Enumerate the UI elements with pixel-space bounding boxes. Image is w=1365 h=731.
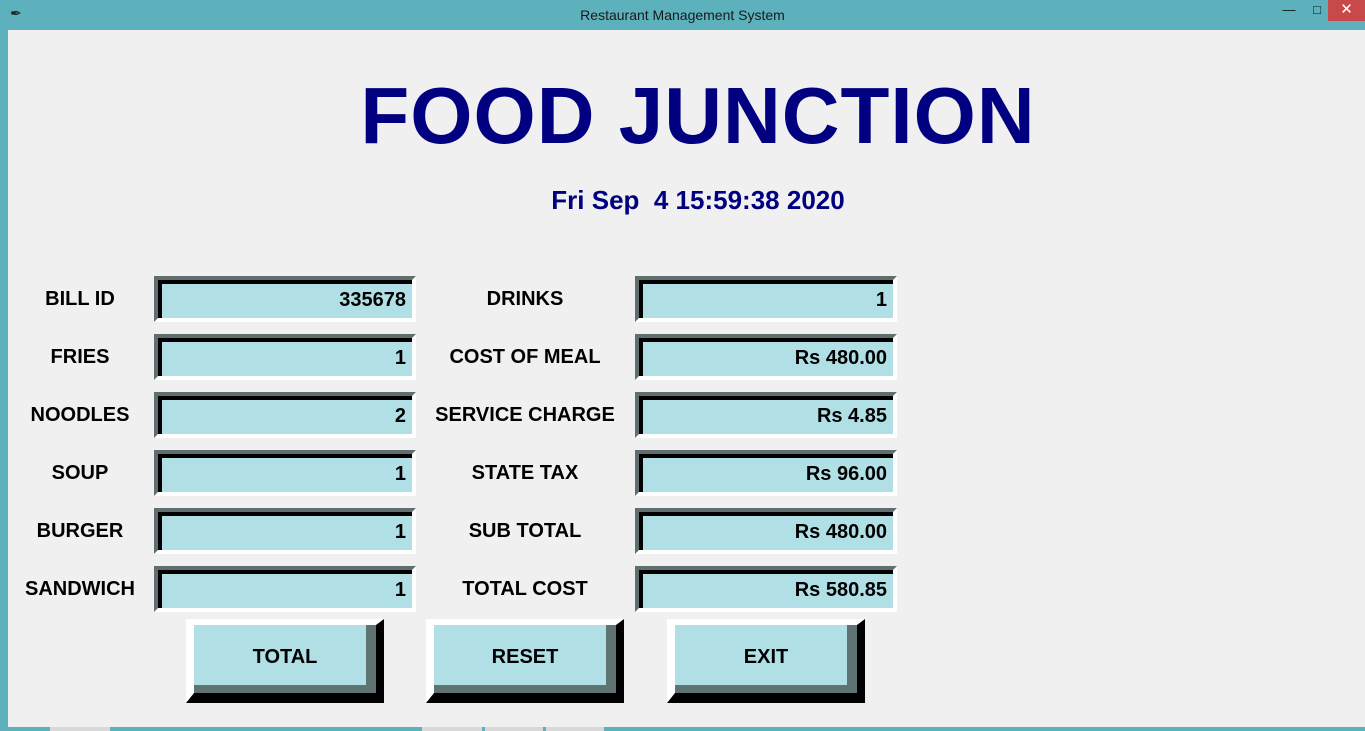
fries-value: 1 — [158, 338, 412, 376]
state-tax-field[interactable]: Rs 96.00 — [635, 450, 897, 496]
exit-button[interactable]: EXIT — [667, 619, 865, 703]
total-button[interactable]: TOTAL — [186, 619, 384, 703]
exit-button-label: EXIT — [743, 646, 789, 668]
button-shade — [675, 685, 857, 693]
burger-value: 1 — [158, 512, 412, 550]
app-title: FOOD JUNCTION — [360, 71, 1036, 160]
cost-of-meal-field[interactable]: Rs 480.00 — [635, 334, 897, 380]
fries-label: FRIES — [50, 346, 110, 368]
total-cost-label: TOTAL COST — [462, 578, 588, 600]
soup-field[interactable]: 1 — [154, 450, 416, 496]
state-tax-value: Rs 96.00 — [639, 454, 893, 492]
service-charge-value: Rs 4.85 — [639, 396, 893, 434]
total-cost-value: Rs 580.85 — [639, 570, 893, 608]
main-window: FOOD JUNCTION Fri Sep 4 15:59:38 2020 BI… — [8, 30, 1365, 727]
maximize-button[interactable]: □ — [1304, 0, 1330, 21]
sandwich-value: 1 — [158, 570, 412, 608]
drinks-field[interactable]: 1 — [635, 276, 897, 322]
minimize-button[interactable]: — — [1276, 0, 1302, 21]
button-shade — [366, 625, 376, 693]
drinks-value: 1 — [639, 280, 893, 318]
noodles-label: NOODLES — [30, 404, 130, 426]
state-tax-label: STATE TAX — [471, 462, 579, 484]
burger-label: BURGER — [36, 520, 124, 542]
close-button[interactable]: ✕ — [1328, 0, 1365, 21]
noodles-value: 2 — [158, 396, 412, 434]
cost-of-meal-label: COST OF MEAL — [449, 346, 601, 368]
service-charge-label: SERVICE CHARGE — [435, 404, 615, 426]
bottom-border — [0, 727, 1365, 731]
drinks-label: DRINKS — [486, 288, 564, 310]
soup-value: 1 — [158, 454, 412, 492]
cost-of-meal-value: Rs 480.00 — [639, 338, 893, 376]
reset-button[interactable]: RESET — [426, 619, 624, 703]
sub-total-value: Rs 480.00 — [639, 512, 893, 550]
total-button-label: TOTAL — [252, 646, 318, 668]
total-cost-field[interactable]: Rs 580.85 — [635, 566, 897, 612]
soup-label: SOUP — [51, 462, 109, 484]
sub-total-label: SUB TOTAL — [468, 520, 582, 542]
burger-field[interactable]: 1 — [154, 508, 416, 554]
sandwich-field[interactable]: 1 — [154, 566, 416, 612]
sub-total-field[interactable]: Rs 480.00 — [635, 508, 897, 554]
title-bar: ✒ Restaurant Management System — □ ✕ — [0, 0, 1365, 30]
button-shade — [194, 685, 376, 693]
bill-id-label: BILL ID — [45, 288, 115, 310]
button-shade — [847, 625, 857, 693]
noodles-field[interactable]: 2 — [154, 392, 416, 438]
fries-field[interactable]: 1 — [154, 334, 416, 380]
datetime-label: Fri Sep 4 15:59:38 2020 — [551, 185, 845, 215]
window-title: Restaurant Management System — [580, 7, 785, 23]
bill-id-field[interactable]: 335678 — [154, 276, 416, 322]
button-shade — [606, 625, 616, 693]
button-shade — [434, 685, 616, 693]
sandwich-label: SANDWICH — [25, 578, 135, 600]
bill-id-value: 335678 — [158, 280, 412, 318]
service-charge-field[interactable]: Rs 4.85 — [635, 392, 897, 438]
reset-button-label: RESET — [491, 646, 559, 668]
